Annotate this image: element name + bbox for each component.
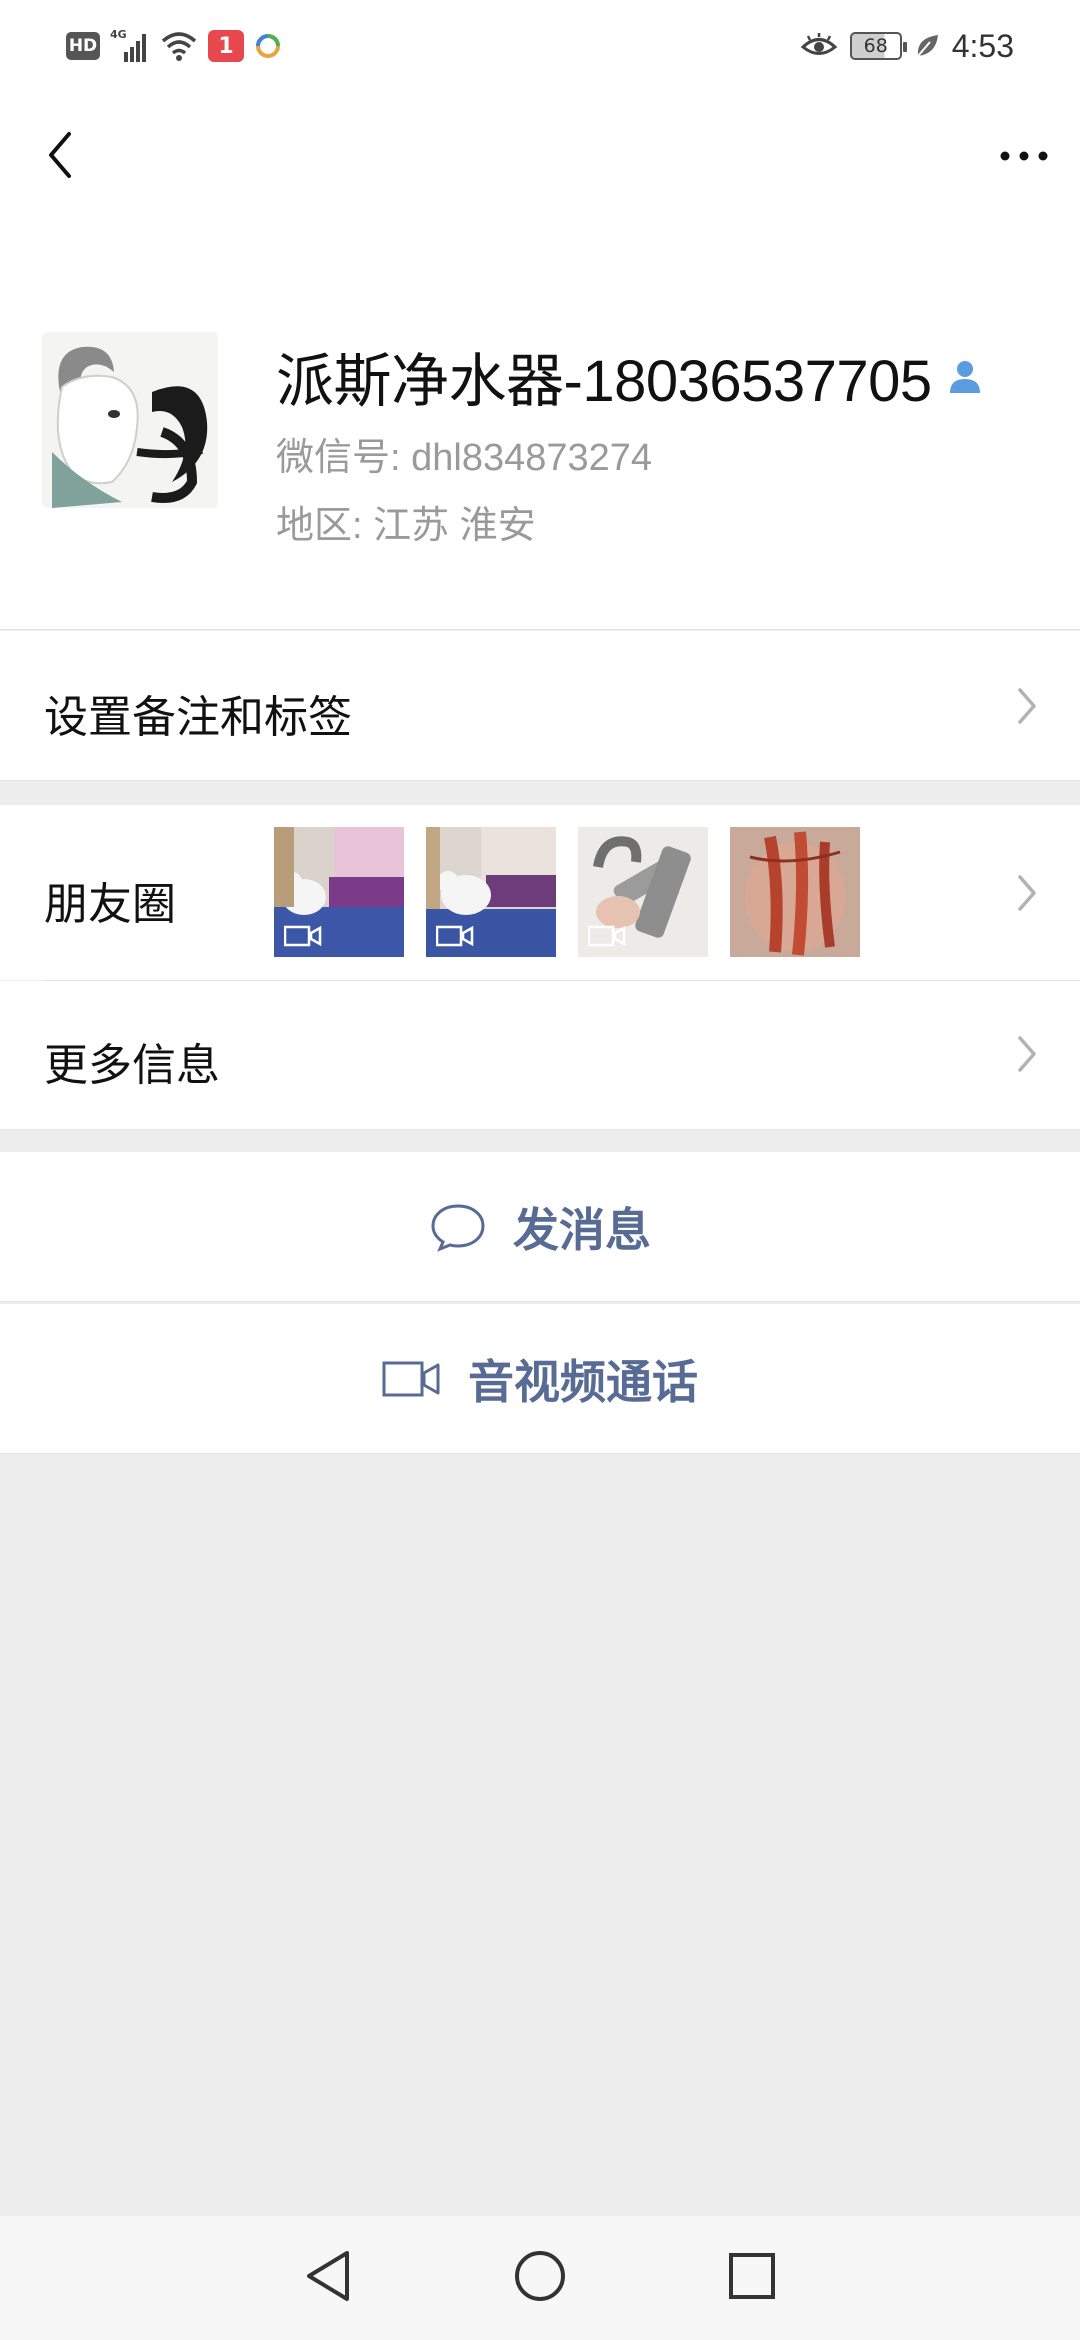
video-call-icon — [382, 1361, 440, 1396]
nav-home-button[interactable] — [513, 2249, 567, 2307]
clock: 4:53 — [951, 27, 1014, 64]
voice-video-call-label: 音视频通话 — [468, 1354, 698, 1409]
chevron-right-icon — [1018, 1036, 1036, 1072]
contact-name-text: 派斯净水器-18036537705 — [276, 349, 932, 414]
moments-thumbnail-1[interactable] — [274, 827, 404, 957]
status-right: 68 4:53 — [800, 24, 1014, 68]
battery-icon: 68 — [849, 32, 907, 60]
back-arrow-icon — [49, 132, 71, 178]
eye-comfort-icon — [800, 32, 838, 60]
power-saving-leaf-icon — [914, 32, 940, 60]
svg-text:4G: 4G — [110, 28, 127, 41]
contact-name: 派斯净水器-18036537705 — [276, 334, 984, 418]
more-info-row[interactable]: 更多信息 — [0, 981, 1080, 1130]
status-left: HD 4G 1 — [66, 28, 282, 64]
video-camera-icon — [588, 925, 626, 947]
set-remark-and-tags-row[interactable]: 设置备注和标签 — [0, 631, 1080, 781]
status-bar: HD 4G 1 68 4:53 — [0, 0, 1080, 92]
video-camera-icon — [436, 925, 474, 947]
circle-home-icon — [515, 2251, 565, 2301]
moments-thumbnail-3[interactable] — [578, 827, 708, 957]
back-button[interactable] — [30, 120, 90, 190]
avatar[interactable] — [42, 332, 218, 508]
moments-thumbnail-4[interactable] — [730, 827, 860, 957]
nav-back-button[interactable] — [303, 2249, 353, 2307]
wechat-id[interactable]: 微信号: dhl834873274 — [276, 426, 652, 481]
contact-person-icon — [949, 361, 980, 393]
app-notification-icon — [254, 32, 282, 60]
photo-thumbnail-image — [730, 827, 860, 957]
send-message-label: 发消息 — [513, 1202, 651, 1257]
chat-bubble-icon — [431, 1203, 485, 1252]
more-dots-icon — [1000, 151, 1048, 161]
moments-label: 朋友圈 — [44, 879, 176, 930]
chevron-right-icon — [1018, 688, 1036, 724]
voice-video-call-button[interactable]: 音视频通话 — [0, 1304, 1080, 1454]
more-options-button[interactable] — [992, 126, 1056, 186]
hd-icon: HD — [66, 32, 100, 60]
system-navigation-bar — [0, 2216, 1080, 2340]
triangle-back-icon — [307, 2251, 349, 2301]
profile-card: 派斯净水器-18036537705 微信号: dhl834873274 地区: … — [0, 222, 1080, 630]
video-camera-icon — [284, 925, 322, 947]
set-remark-label: 设置备注和标签 — [44, 692, 352, 743]
battery-level: 68 — [863, 35, 888, 57]
more-info-label: 更多信息 — [44, 1040, 220, 1091]
wifi-icon — [160, 30, 198, 62]
notification-badge: 1 — [208, 30, 244, 62]
goat-avatar-image — [42, 332, 218, 508]
moments-thumbnails — [274, 827, 860, 957]
region: 地区: 江苏 淮安 — [276, 505, 536, 547]
top-navigation — [0, 92, 1080, 222]
chevron-right-icon — [1018, 875, 1036, 911]
send-message-button[interactable]: 发消息 — [0, 1152, 1080, 1302]
nav-recents-button[interactable] — [727, 2251, 777, 2305]
moments-thumbnail-2[interactable] — [426, 827, 556, 957]
square-recents-icon — [729, 2253, 775, 2299]
cellular-signal-icon: 4G — [110, 28, 150, 64]
moments-row[interactable]: 朋友圈 — [0, 805, 1080, 980]
